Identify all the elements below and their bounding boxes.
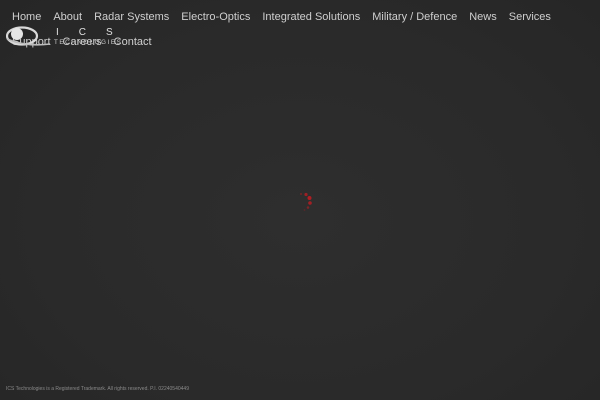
ics-logo-icon: ICS TECHNOLOGIES	[5, 26, 133, 46]
logo-letters: ICS	[56, 27, 133, 38]
page: Home About Radar Systems Electro-Optics …	[0, 0, 600, 400]
logo-subtitle: TECHNOLOGIES	[54, 39, 122, 46]
nav-item-services[interactable]: Services	[509, 10, 551, 24]
nav-item-radar-systems[interactable]: Radar Systems	[94, 10, 169, 24]
nav-item-home[interactable]: Home	[12, 10, 41, 24]
ics-logo[interactable]: ICS TECHNOLOGIES	[5, 25, 138, 47]
nav-item-military-defence[interactable]: Military / Defence	[372, 10, 457, 24]
nav-item-integrated-solutions[interactable]: Integrated Solutions	[262, 10, 360, 24]
loading-spinner-icon	[296, 190, 320, 214]
nav-item-news[interactable]: News	[469, 10, 497, 24]
nav-item-about[interactable]: About	[53, 10, 82, 24]
footer-copyright: ICS Technologies is a Registered Tradema…	[6, 386, 189, 392]
nav-item-electro-optics[interactable]: Electro-Optics	[181, 10, 250, 24]
